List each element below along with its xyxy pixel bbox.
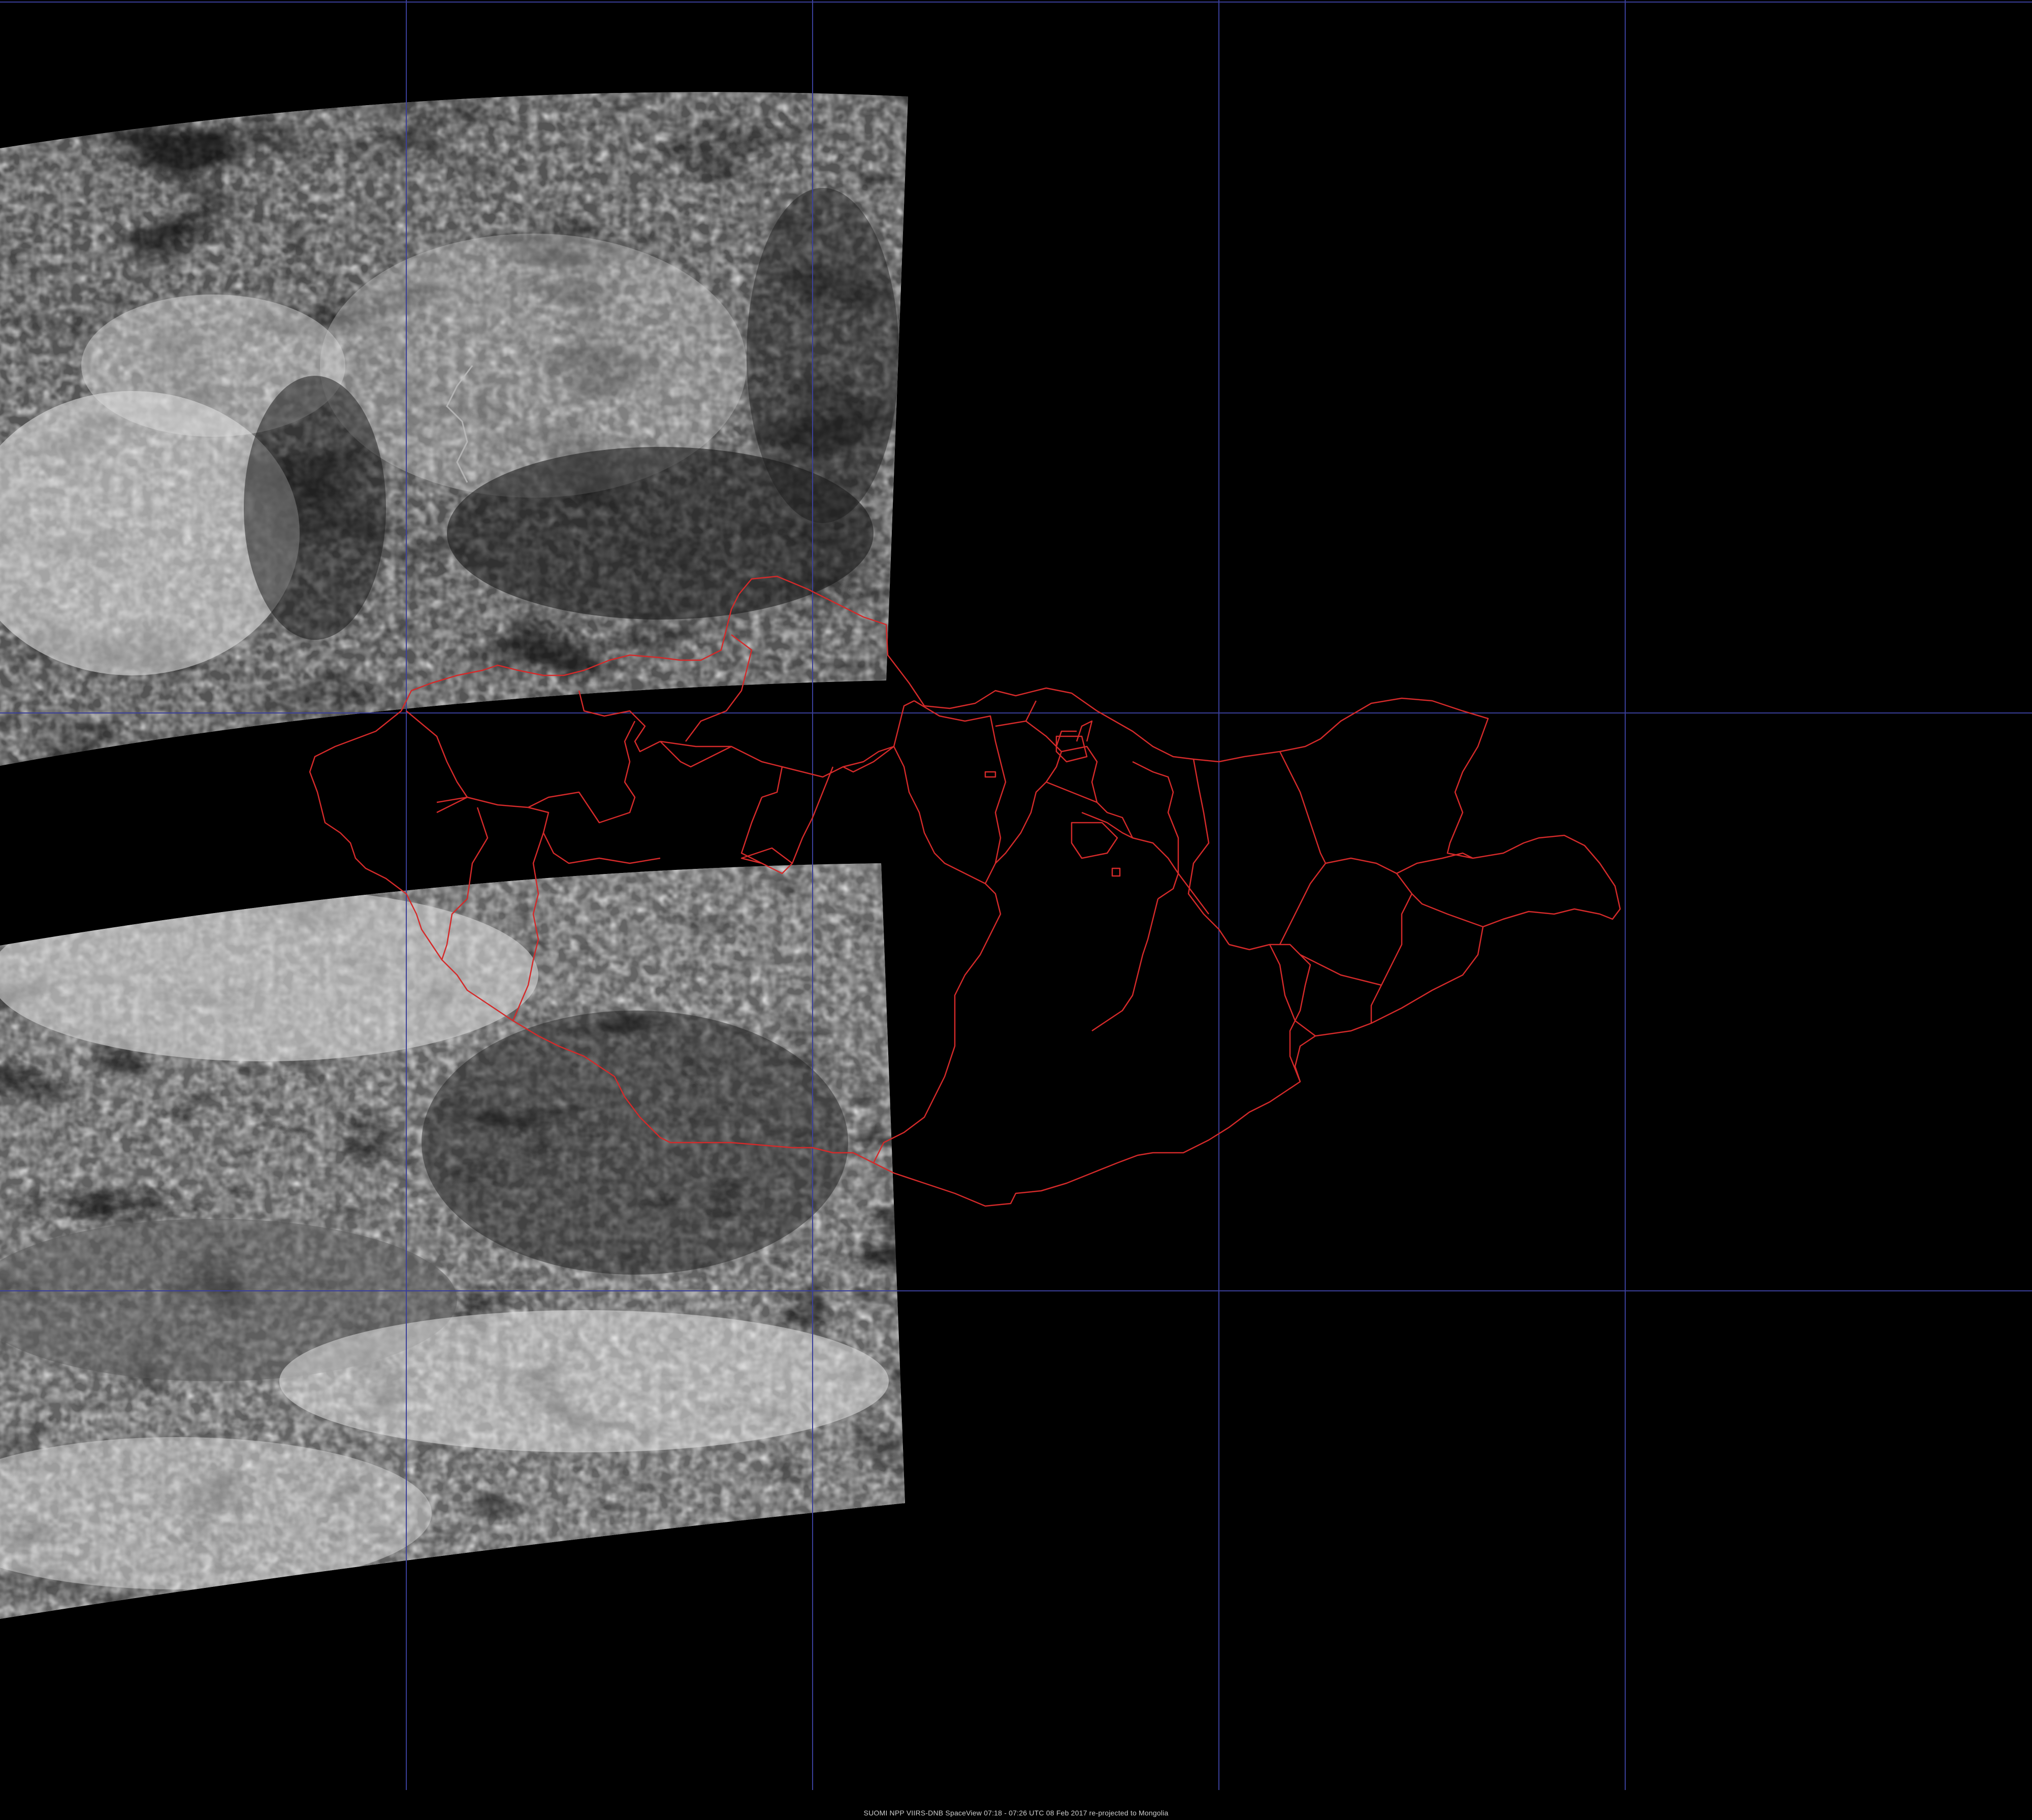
imagery-swath-south [0,863,905,1619]
imagery-swath-north [0,92,908,766]
satellite-map [0,0,2032,1790]
map-canvas: SUOMI NPP VIIRS-DNB SpaceView 07:18 - 07… [0,0,2032,1820]
image-caption: SUOMI NPP VIIRS-DNB SpaceView 07:18 - 07… [863,1809,1169,1817]
ulaanbaatar-boundary [1071,822,1118,859]
